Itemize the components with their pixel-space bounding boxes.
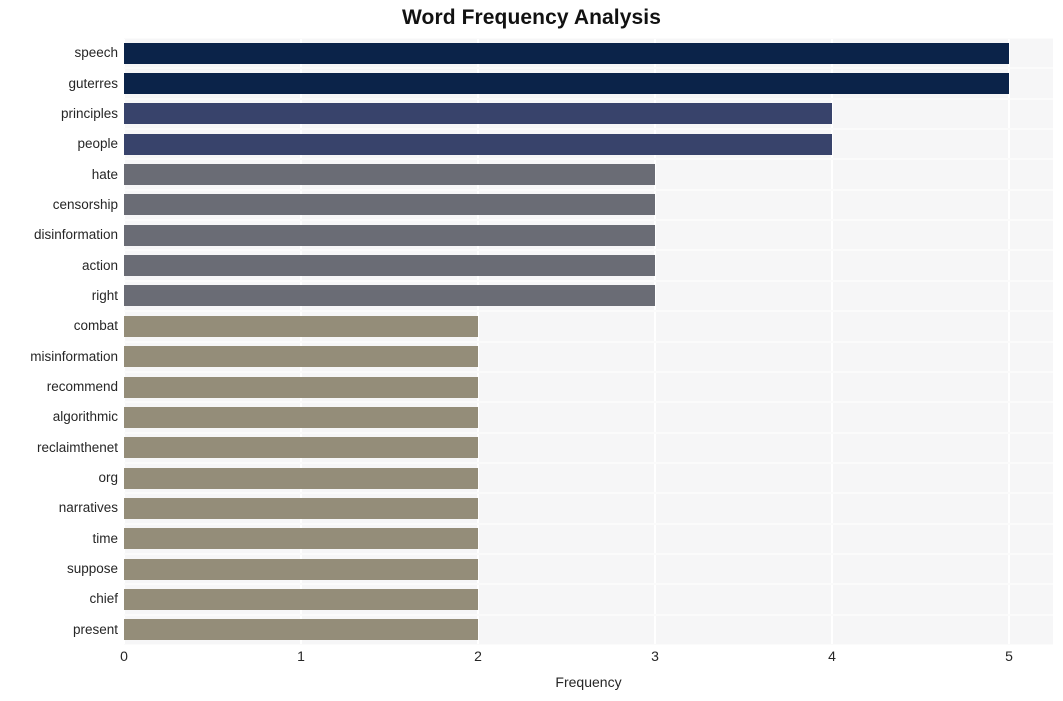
bar bbox=[124, 315, 478, 337]
y-gridline bbox=[124, 644, 1053, 645]
plot-area bbox=[124, 38, 1053, 645]
y-tick-label: censorship bbox=[52, 196, 118, 212]
bar bbox=[124, 346, 478, 368]
x-tick-label: 0 bbox=[120, 648, 128, 664]
bar bbox=[124, 133, 832, 155]
bar bbox=[124, 42, 1009, 64]
y-tick-label: chief bbox=[89, 591, 118, 607]
x-tick-label: 1 bbox=[297, 648, 305, 664]
y-tick-label: org bbox=[98, 470, 118, 486]
bar bbox=[124, 406, 478, 428]
x-axis-label: Frequency bbox=[555, 674, 622, 690]
bar bbox=[124, 255, 655, 277]
x-axis-tick-labels: 0 1 2 3 4 5 bbox=[0, 648, 1063, 672]
bar bbox=[124, 164, 655, 186]
y-tick-label: action bbox=[81, 257, 118, 273]
y-gridline bbox=[124, 188, 1053, 191]
y-gridline bbox=[124, 522, 1053, 525]
y-gridline bbox=[124, 128, 1053, 131]
bar bbox=[124, 103, 832, 125]
y-gridline bbox=[124, 340, 1053, 343]
y-tick-label: disinformation bbox=[33, 227, 118, 243]
y-tick-label: guterres bbox=[68, 75, 118, 91]
x-tick-label: 4 bbox=[828, 648, 836, 664]
y-tick-label: combat bbox=[73, 318, 118, 334]
x-tick-label: 2 bbox=[474, 648, 482, 664]
y-tick-label: misinformation bbox=[30, 348, 118, 364]
x-tick-label: 3 bbox=[651, 648, 659, 664]
y-tick-label: present bbox=[72, 621, 118, 637]
y-gridline bbox=[124, 370, 1053, 373]
y-gridline bbox=[124, 552, 1053, 555]
chart-figure: Word Frequency Analysis speech guterres pr… bbox=[0, 0, 1063, 701]
y-gridline bbox=[124, 492, 1053, 495]
y-gridline bbox=[124, 613, 1053, 616]
y-tick-label: principles bbox=[60, 105, 118, 121]
y-gridline bbox=[124, 401, 1053, 404]
y-tick-label: algorithmic bbox=[52, 409, 118, 425]
bar bbox=[124, 528, 478, 550]
y-tick-label: reclaimthenet bbox=[36, 439, 118, 455]
y-gridline bbox=[124, 158, 1053, 161]
x-tick-label: 5 bbox=[1005, 648, 1013, 664]
y-tick-label: right bbox=[91, 287, 118, 303]
y-gridline bbox=[124, 249, 1053, 252]
bar bbox=[124, 73, 1009, 95]
y-gridline bbox=[124, 67, 1053, 70]
y-tick-label: hate bbox=[91, 166, 118, 182]
y-axis-tick-labels: speech guterres principles people hate censor… bbox=[0, 38, 118, 645]
bar bbox=[124, 224, 655, 246]
y-gridline bbox=[124, 461, 1053, 464]
y-tick-label: speech bbox=[74, 45, 118, 61]
y-tick-label: narratives bbox=[58, 500, 118, 516]
bar bbox=[124, 497, 478, 519]
y-tick-label: people bbox=[77, 136, 118, 152]
bar bbox=[124, 467, 478, 489]
bar bbox=[124, 376, 478, 398]
y-gridline bbox=[124, 219, 1053, 222]
y-tick-label: time bbox=[92, 530, 118, 546]
bar bbox=[124, 619, 478, 641]
y-gridline bbox=[124, 97, 1053, 100]
y-tick-label: recommend bbox=[46, 379, 118, 395]
y-gridline bbox=[124, 310, 1053, 313]
chart-title: Word Frequency Analysis bbox=[401, 6, 662, 29]
y-gridline bbox=[124, 431, 1053, 434]
bar bbox=[124, 437, 478, 459]
bar bbox=[124, 588, 478, 610]
y-gridline bbox=[124, 583, 1053, 586]
bar bbox=[124, 285, 655, 307]
bar bbox=[124, 194, 655, 216]
y-tick-label: suppose bbox=[66, 561, 118, 577]
y-gridline bbox=[124, 279, 1053, 282]
bar bbox=[124, 558, 478, 580]
y-gridline bbox=[124, 38, 1053, 39]
